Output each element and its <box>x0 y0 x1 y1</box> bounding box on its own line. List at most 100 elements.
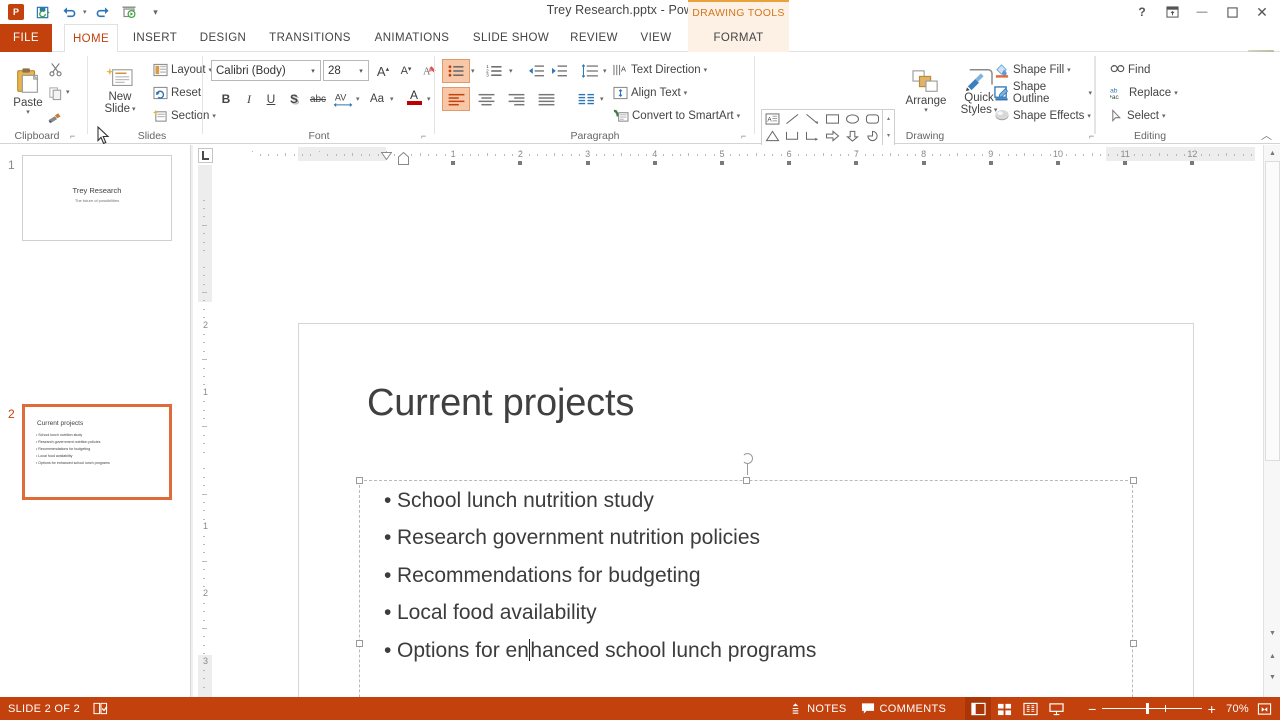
arrange-button[interactable]: Arrange ▾ <box>901 58 951 124</box>
slide-editing-surface[interactable]: Current projects • School lunch nutrition… <box>298 323 1194 720</box>
replace-button[interactable]: ab ac Replace ▾ <box>1107 82 1181 104</box>
increase-font-size-button[interactable]: A ▴ <box>372 60 394 82</box>
tab-review[interactable]: REVIEW <box>564 24 624 52</box>
decrease-indent-button[interactable] <box>525 60 547 82</box>
font-dialog-launcher[interactable]: ⌐ <box>421 131 426 141</box>
shape-effects-button[interactable]: Shape Effects ▾ <box>991 105 1094 127</box>
columns-button[interactable] <box>575 88 599 110</box>
smartart-dropdown-icon[interactable]: ▾ <box>737 113 741 120</box>
slideshow-view-button[interactable] <box>1043 697 1069 720</box>
bullets-dropdown-icon[interactable]: ▾ <box>471 68 475 75</box>
shape-elbow-connector[interactable] <box>782 127 802 144</box>
shape-effects-dropdown-icon[interactable]: ▾ <box>1087 113 1091 120</box>
zoom-in-button[interactable]: + <box>1202 697 1222 720</box>
thumbnail-slide-2[interactable]: Current projects • School lunch nutritio… <box>22 404 172 500</box>
zoom-out-button[interactable]: − <box>1083 697 1101 720</box>
pane-splitter[interactable] <box>191 145 193 697</box>
character-spacing-dropdown-icon[interactable]: ▾ <box>356 96 360 103</box>
resize-handle-ne[interactable] <box>1130 477 1137 484</box>
shape-right-arrow[interactable] <box>822 127 842 144</box>
font-name-chevron-icon[interactable]: ▾ <box>306 67 320 75</box>
scroll-up-icon[interactable]: ▲ <box>1265 145 1280 161</box>
rotation-handle[interactable] <box>742 453 753 464</box>
character-spacing-button[interactable]: AV <box>331 88 355 110</box>
ribbon-display-options-icon[interactable] <box>1158 1 1186 23</box>
vertical-scroll-thumb[interactable] <box>1265 161 1280 461</box>
tab-animations[interactable]: ANIMATIONS <box>366 24 458 52</box>
reset-button[interactable]: Reset <box>150 82 204 104</box>
shape-down-arrow[interactable] <box>842 127 862 144</box>
comments-button[interactable]: COMMENTS <box>854 697 954 720</box>
bold-button[interactable]: B <box>215 88 237 110</box>
tab-transitions[interactable]: TRANSITIONS <box>262 24 358 52</box>
select-dropdown-icon[interactable]: ▾ <box>1162 113 1166 120</box>
collapse-ribbon-button[interactable]: ︿ <box>1261 127 1272 143</box>
paste-dropdown-icon[interactable]: ▾ <box>26 109 30 116</box>
shape-fill-button[interactable]: Shape Fill ▾ <box>991 59 1074 81</box>
slide-bullet-0[interactable]: • School lunch nutrition study <box>384 489 654 513</box>
shape-pie[interactable] <box>862 127 882 144</box>
slide-bullet-3[interactable]: • Local food availability <box>384 601 597 625</box>
slide-canvas-area[interactable]: Current projects • School lunch nutrition… <box>215 165 1255 720</box>
shape-oval[interactable] <box>842 110 862 127</box>
text-direction-button[interactable]: A Text Direction ▾ <box>610 59 710 81</box>
slide-bullet-2[interactable]: • Recommendations for budgeting <box>384 564 701 588</box>
spellcheck-icon[interactable] <box>87 697 115 720</box>
bullets-button[interactable] <box>442 59 470 83</box>
line-spacing-dropdown-icon[interactable]: ▾ <box>603 68 607 75</box>
align-left-button[interactable] <box>442 87 470 111</box>
text-direction-dropdown-icon[interactable]: ▾ <box>704 67 708 74</box>
change-case-dropdown-icon[interactable]: ▾ <box>390 96 394 103</box>
replace-dropdown-icon[interactable]: ▾ <box>1174 90 1178 97</box>
font-size-chevron-icon[interactable]: ▾ <box>354 67 368 75</box>
notes-button[interactable]: NOTES <box>782 697 853 720</box>
align-text-button[interactable]: Align Text ▾ <box>610 82 690 104</box>
shape-outline-button[interactable]: Shape Outline ▾ <box>991 81 1095 105</box>
slide-sorter-view-button[interactable] <box>991 697 1017 720</box>
change-case-button[interactable]: Aa <box>365 88 389 110</box>
new-slide-button[interactable]: New Slide ▾ <box>93 58 147 124</box>
font-name-combo[interactable]: Calibri (Body) ▾ <box>211 60 321 81</box>
find-button[interactable]: Find <box>1107 59 1153 81</box>
restore-button[interactable] <box>1218 1 1246 23</box>
tab-format[interactable]: FORMAT <box>688 24 789 52</box>
content-placeholder-textbox[interactable]: • School lunch nutrition study • Research … <box>356 453 1137 720</box>
tab-design[interactable]: DESIGN <box>192 24 254 52</box>
strikethrough-button[interactable]: abc <box>306 88 330 110</box>
new-slide-dropdown-icon[interactable]: ▾ <box>132 106 136 113</box>
horizontal-ruler[interactable]: 1 2 3 4 5 6 7 8 9 10 11 12 <box>215 145 1255 167</box>
italic-button[interactable]: I <box>238 88 260 110</box>
shapes-scroll-down-icon[interactable]: ▾ <box>883 127 894 144</box>
fit-to-window-button[interactable] <box>1253 697 1280 720</box>
underline-button[interactable]: U <box>260 88 282 110</box>
select-button[interactable]: Select ▾ <box>1107 105 1168 127</box>
shapes-scroll-up-icon[interactable]: ▴ <box>883 110 894 127</box>
close-button[interactable]: ✕ <box>1248 1 1276 23</box>
first-line-indent-marker[interactable] <box>380 147 393 165</box>
decrease-font-size-button[interactable]: A ▾ <box>395 60 417 82</box>
numbering-dropdown-icon[interactable]: ▾ <box>509 68 513 75</box>
shape-rounded-rectangle[interactable] <box>862 110 882 127</box>
text-shadow-button[interactable]: S <box>283 88 305 110</box>
vertical-ruler[interactable]: 2 1 1 2 3 <box>195 165 215 697</box>
shape-line[interactable] <box>782 110 802 127</box>
slide-bullet-4[interactable]: • Options for enhanced school lunch progr… <box>384 639 816 663</box>
justify-button[interactable] <box>533 88 559 110</box>
convert-to-smartart-button[interactable]: Convert to SmartArt ▾ <box>610 105 743 127</box>
slide-bullet-1[interactable]: • Research government nutrition policies <box>384 526 760 550</box>
copy-button[interactable] <box>44 82 66 104</box>
copy-dropdown-icon[interactable]: ▾ <box>66 89 70 96</box>
shape-rectangle[interactable] <box>822 110 842 127</box>
zoom-slider-thumb[interactable] <box>1145 703 1149 714</box>
shape-text-box[interactable]: A <box>762 110 782 127</box>
align-right-button[interactable] <box>503 88 529 110</box>
font-size-combo[interactable]: 28 ▾ <box>323 60 369 81</box>
help-icon[interactable]: ? <box>1128 1 1156 23</box>
paragraph-dialog-launcher[interactable]: ⌐ <box>741 131 746 141</box>
resize-handle-n[interactable] <box>743 477 750 484</box>
format-painter-button[interactable] <box>44 106 66 128</box>
shape-fill-dropdown-icon[interactable]: ▾ <box>1067 67 1071 74</box>
tab-view[interactable]: VIEW <box>632 24 680 52</box>
tab-insert[interactable]: INSERT <box>126 24 184 52</box>
vertical-scrollbar[interactable]: ▲ ▼ ▲ ▼ <box>1263 145 1280 697</box>
